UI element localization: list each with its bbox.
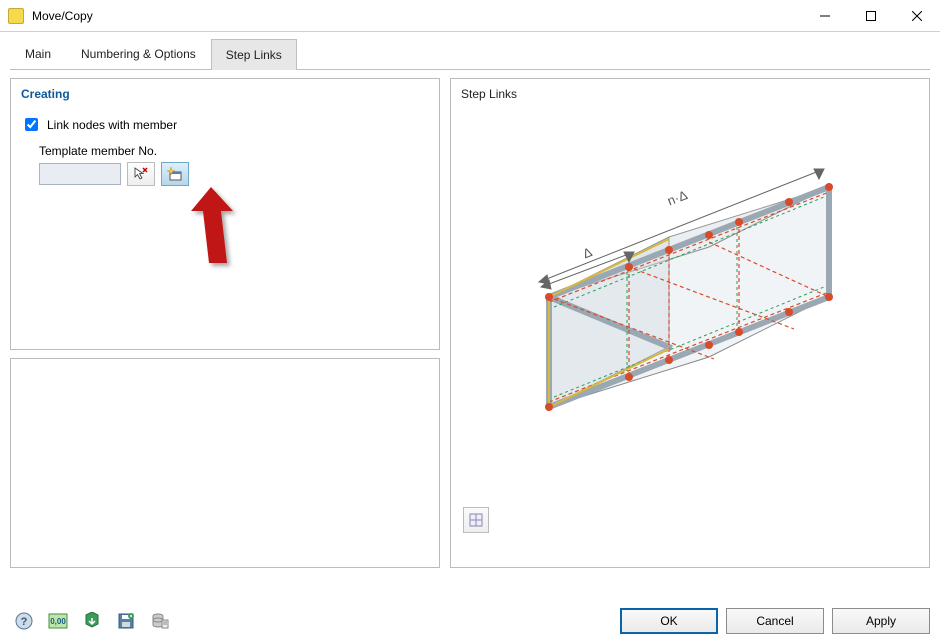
cancel-button[interactable]: Cancel (726, 608, 824, 634)
annotation-arrow-icon (183, 185, 243, 275)
database-button[interactable] (146, 608, 174, 634)
step-links-header: Step Links (451, 79, 929, 107)
lower-panel (10, 358, 440, 568)
template-member-row (39, 162, 429, 186)
svg-text:0,00: 0,00 (50, 617, 66, 626)
link-nodes-label: Link nodes with member (47, 118, 177, 132)
svg-text:?: ? (21, 616, 28, 628)
left-column: Creating Link nodes with member Template… (10, 78, 440, 568)
cursor-pick-icon (133, 166, 149, 182)
titlebar-buttons (802, 0, 940, 31)
creating-panel: Creating Link nodes with member Template… (10, 78, 440, 350)
bottom-icons: ? 0,00 (10, 608, 174, 634)
tab-step-links[interactable]: Step Links (211, 39, 297, 70)
preview-area: n·Δ Δ (459, 107, 921, 537)
new-sparkle-icon (167, 166, 183, 182)
titlebar: Move/Copy (0, 0, 940, 32)
app-icon (8, 8, 24, 24)
preview-view-button[interactable] (463, 507, 489, 533)
dialog-buttons: OK Cancel Apply (620, 608, 930, 634)
pick-member-button[interactable] (127, 162, 155, 186)
template-member-label: Template member No. (39, 144, 429, 158)
preview-diagram: n·Δ Δ (479, 127, 859, 437)
units-icon: 0,00 (48, 613, 68, 629)
creating-body: Link nodes with member Template member N… (11, 107, 439, 198)
help-button[interactable]: ? (10, 608, 38, 634)
close-button[interactable] (894, 0, 940, 31)
body-panels: Creating Link nodes with member Template… (10, 78, 930, 568)
window-title: Move/Copy (32, 9, 802, 23)
maximize-button[interactable] (848, 0, 894, 31)
step-links-panel: Step Links (450, 78, 930, 568)
database-icon (151, 612, 169, 630)
link-nodes-checkbox[interactable] (25, 118, 38, 131)
minimize-button[interactable] (802, 0, 848, 31)
label-n-delta: n·Δ (665, 187, 690, 208)
new-member-button[interactable] (161, 162, 189, 186)
bottom-bar: ? 0,00 (10, 608, 930, 634)
label-delta: Δ (581, 244, 595, 261)
save-icon (117, 612, 135, 630)
view-cube-icon (468, 512, 484, 528)
apply-button[interactable]: Apply (832, 608, 930, 634)
help-icon: ? (15, 612, 33, 630)
creating-header: Creating (11, 79, 439, 107)
right-column: Step Links (450, 78, 930, 568)
template-member-input[interactable] (39, 163, 121, 185)
content: Main Numbering & Options Step Links Crea… (0, 38, 940, 568)
tab-main[interactable]: Main (10, 38, 66, 69)
import-button[interactable] (78, 608, 106, 634)
save-button[interactable] (112, 608, 140, 634)
ok-button[interactable]: OK (620, 608, 718, 634)
units-button[interactable]: 0,00 (44, 608, 72, 634)
tab-numbering-options[interactable]: Numbering & Options (66, 38, 211, 69)
tabs: Main Numbering & Options Step Links (10, 38, 930, 70)
link-nodes-row: Link nodes with member (21, 115, 429, 134)
import-icon (83, 612, 101, 630)
